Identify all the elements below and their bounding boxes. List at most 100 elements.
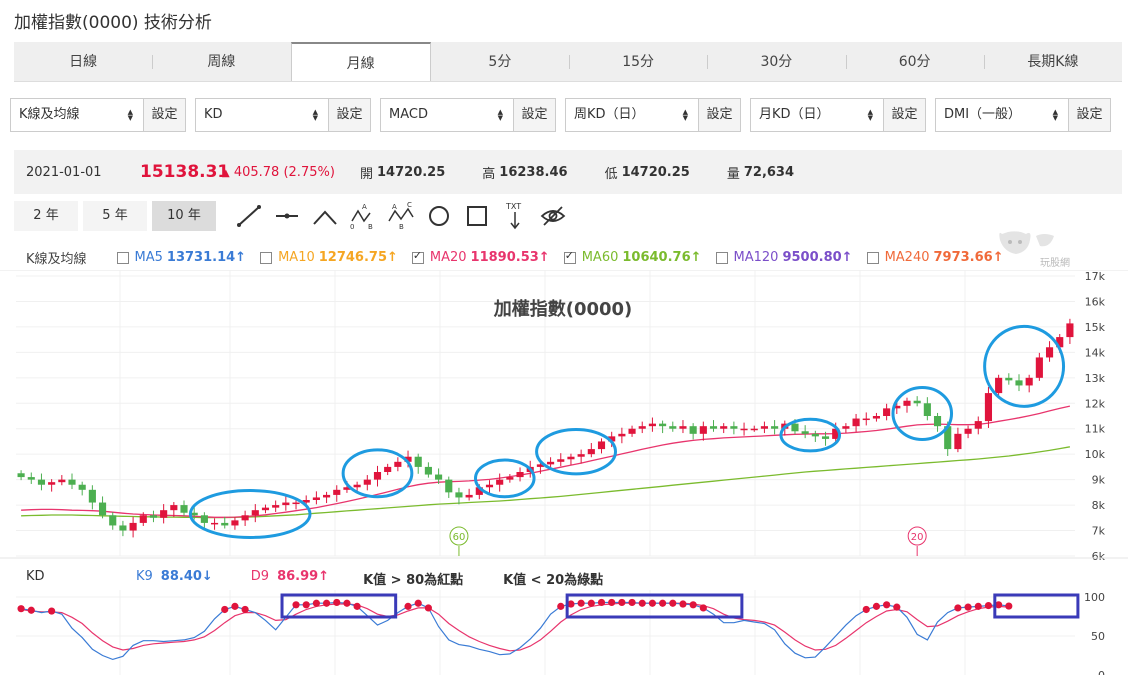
kd-red-dot	[231, 602, 239, 610]
candle-body	[88, 489, 96, 503]
select-value: MACD	[389, 107, 428, 122]
candle-body	[648, 423, 656, 427]
candle-body	[261, 507, 270, 511]
legend-value: 12746.75↑	[318, 250, 398, 265]
hide-icon[interactable]	[534, 200, 572, 232]
settings-button-2[interactable]: 設定	[513, 99, 555, 131]
kd-red-dot	[954, 604, 962, 612]
checkbox[interactable]	[563, 249, 576, 264]
y-tick-label: 11k	[1085, 423, 1106, 436]
kd-red-dot	[577, 599, 585, 607]
tab-3[interactable]: 5分	[431, 42, 569, 81]
y-tick-label: 17k	[1085, 270, 1106, 283]
tab-0[interactable]: 日線	[14, 42, 152, 81]
select-value: K線及均線	[19, 107, 80, 122]
horizontal-line-icon[interactable]	[268, 200, 306, 232]
abc-label-c: C	[407, 201, 412, 209]
settings-button-0[interactable]: 設定	[143, 99, 185, 131]
d-value: 86.99↑	[277, 569, 330, 584]
candle-body	[312, 497, 320, 500]
candle-body	[160, 510, 168, 518]
candle-body	[1066, 323, 1074, 338]
period-tabs: 日線 周線 月線 5分 15分 30分 60分 長期K線	[14, 42, 1122, 82]
legend-item-ma120[interactable]: MA120 9500.80↑	[715, 250, 853, 265]
indicator-select-5[interactable]: DMI（一般） ▲ ▼	[936, 99, 1068, 131]
candle-body	[323, 494, 331, 498]
abcd-pattern-icon[interactable]: A 0 B	[344, 200, 382, 232]
legend-item-ma60[interactable]: MA6010640.76↑	[563, 249, 702, 265]
rectangle-tool-icon[interactable]	[458, 200, 496, 232]
tab-4[interactable]: 15分	[569, 42, 707, 81]
indicator-select-3[interactable]: 周KD（日） ▲ ▼	[566, 99, 698, 131]
y-tick-label: 14k	[1085, 346, 1106, 359]
kd-red-dot	[557, 602, 565, 610]
angle-icon[interactable]	[306, 200, 344, 232]
y-tick-label: 9k	[1092, 474, 1106, 487]
abc-pattern-icon[interactable]: A C B	[382, 200, 420, 232]
legend-item-ma240[interactable]: MA240 7973.66↑	[866, 250, 1004, 265]
chart-canvas[interactable]: 加權指數(0000) 17k 16k 15k 14k 13k 12k 11k 10k 9k 8k 7…	[0, 270, 1128, 675]
candle-body	[740, 428, 748, 431]
settings-button-4[interactable]: 設定	[883, 99, 925, 131]
abcd-label-zero: 0	[350, 223, 354, 231]
indicator-select-0[interactable]: K線及均線 ▲ ▼	[11, 99, 143, 131]
kd-red-dot	[424, 604, 432, 612]
candle-body	[333, 489, 341, 495]
settings-button-1[interactable]: 設定	[328, 99, 370, 131]
kd-red-dot	[679, 600, 687, 608]
kd-tick-label: 0	[1098, 669, 1105, 675]
legend-value: 9500.80↑	[782, 250, 853, 265]
candle-body	[557, 459, 565, 462]
legend-name: MA20	[429, 250, 467, 265]
tab-1[interactable]: 周線	[152, 42, 290, 81]
checkbox[interactable]	[411, 249, 424, 264]
quote-change: ▲ 405.78 (2.75%)	[222, 165, 360, 180]
candle-body	[98, 502, 107, 516]
ma-markers: 60 20	[449, 526, 927, 556]
candle-body	[221, 522, 229, 526]
line-tool-icon[interactable]	[230, 200, 268, 232]
checkbox[interactable]	[866, 251, 879, 264]
candle-body	[984, 393, 993, 422]
settings-button-3[interactable]: 設定	[698, 99, 740, 131]
tab-7[interactable]: 長期K線	[983, 42, 1122, 81]
range-button-2[interactable]: 10 年	[152, 201, 216, 231]
candle-body	[760, 426, 768, 429]
indicator-select-group-4: 月KD（日） ▲ ▼ 設定	[750, 98, 926, 132]
candle-body	[720, 426, 728, 429]
quote-bar: 2021-01-01 15138.31 ▲ 405.78 (2.75%) 開 1…	[14, 150, 1122, 194]
range-button-1[interactable]: 5 年	[83, 201, 147, 231]
legend-item-ma10[interactable]: MA10 12746.75↑	[260, 250, 398, 265]
indicator-select-2[interactable]: MACD ▲ ▼	[381, 99, 513, 131]
candle-body	[872, 416, 881, 419]
settings-button-5[interactable]: 設定	[1068, 99, 1110, 131]
kd-red-dot	[883, 601, 891, 609]
candle-body	[638, 426, 646, 429]
tab-2[interactable]: 月線	[290, 42, 431, 81]
tab-5[interactable]: 30分	[707, 42, 845, 81]
checkbox[interactable]	[116, 251, 129, 264]
y-tick-label: 7k	[1092, 525, 1106, 538]
circle-tool-icon[interactable]	[420, 200, 458, 232]
candle-body	[903, 400, 911, 406]
candle-body	[353, 484, 361, 488]
kd-red-dot	[17, 605, 25, 613]
candle-body	[699, 426, 707, 434]
candle-body	[659, 423, 667, 427]
legend-item-ma20[interactable]: MA2011890.53↑	[411, 249, 550, 265]
legend-item-ma5[interactable]: MA5 13731.14↑	[116, 250, 246, 265]
range-button-0[interactable]: 2 年	[14, 201, 78, 231]
up-triangle-icon: ▲	[222, 167, 230, 179]
indicator-select-4[interactable]: 月KD（日） ▲ ▼	[751, 99, 883, 131]
indicator-select-1[interactable]: KD ▲ ▼	[196, 99, 328, 131]
select-arrows-icon: ▲ ▼	[127, 108, 133, 122]
checkbox[interactable]	[715, 251, 728, 264]
candle-body	[424, 466, 432, 475]
kd-note-green: K值 < 20為綠點	[503, 573, 604, 588]
indicator-select-group-2: MACD ▲ ▼ 設定	[380, 98, 556, 132]
text-tool-icon[interactable]: TXT	[496, 200, 534, 232]
kd-red-dot	[669, 599, 677, 607]
candle-body	[974, 421, 982, 429]
checkbox[interactable]	[260, 251, 273, 264]
tab-6[interactable]: 60分	[845, 42, 984, 81]
